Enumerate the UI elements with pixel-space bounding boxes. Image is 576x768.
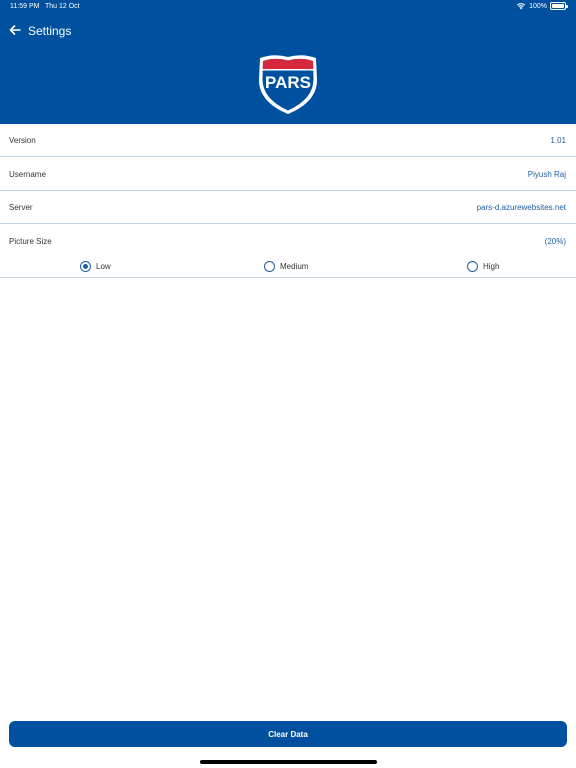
option-label-high: High [483,262,500,271]
server-row: Server pars-d.azurewebsites.net [0,191,576,224]
status-date: Thu 12 Oct [45,3,80,10]
pars-logo: PARS [259,55,317,114]
username-row: Username Piyush Raj [0,158,576,191]
battery-percent: 100% [529,2,547,10]
navigation-bar: Settings [0,18,576,44]
battery-level [552,4,564,8]
picture-size-option-medium[interactable]: Medium [264,261,308,272]
wifi-icon [516,3,526,10]
radio-button-checked[interactable] [80,261,91,272]
picture-size-option-high[interactable]: High [467,261,499,272]
picture-size-option-low[interactable]: Low [80,261,111,272]
page-title: Settings [28,24,72,38]
version-value: 1.01 [550,136,566,145]
status-indicators: 100% [516,2,568,10]
app-header: 11:59 PM Thu 12 Oct 100% Settings PARS [0,0,576,124]
picture-size-label: Picture Size [9,237,52,246]
clear-data-button[interactable]: Clear Data [9,721,567,747]
username-label: Username [9,170,46,179]
server-label: Server [9,203,33,212]
radio-button[interactable] [264,261,275,272]
version-label: Version [9,136,36,145]
option-label-medium: Medium [280,262,309,271]
username-value: Piyush Raj [527,170,566,179]
status-bar: 11:59 PM Thu 12 Oct 100% [0,0,576,14]
server-value: pars-d.azurewebsites.net [476,203,566,212]
picture-size-row: Picture Size (20%) Low Medium High [0,225,576,278]
back-arrow-icon[interactable] [8,23,22,37]
option-label-low: Low [96,262,111,271]
radio-button[interactable] [467,261,478,272]
home-indicator [200,760,377,764]
battery-icon [550,2,568,10]
status-time: 11:59 PM [10,3,40,10]
version-row: Version 1.01 [0,124,576,157]
logo-text: PARS [265,73,311,92]
picture-size-value: (20%) [544,237,566,246]
